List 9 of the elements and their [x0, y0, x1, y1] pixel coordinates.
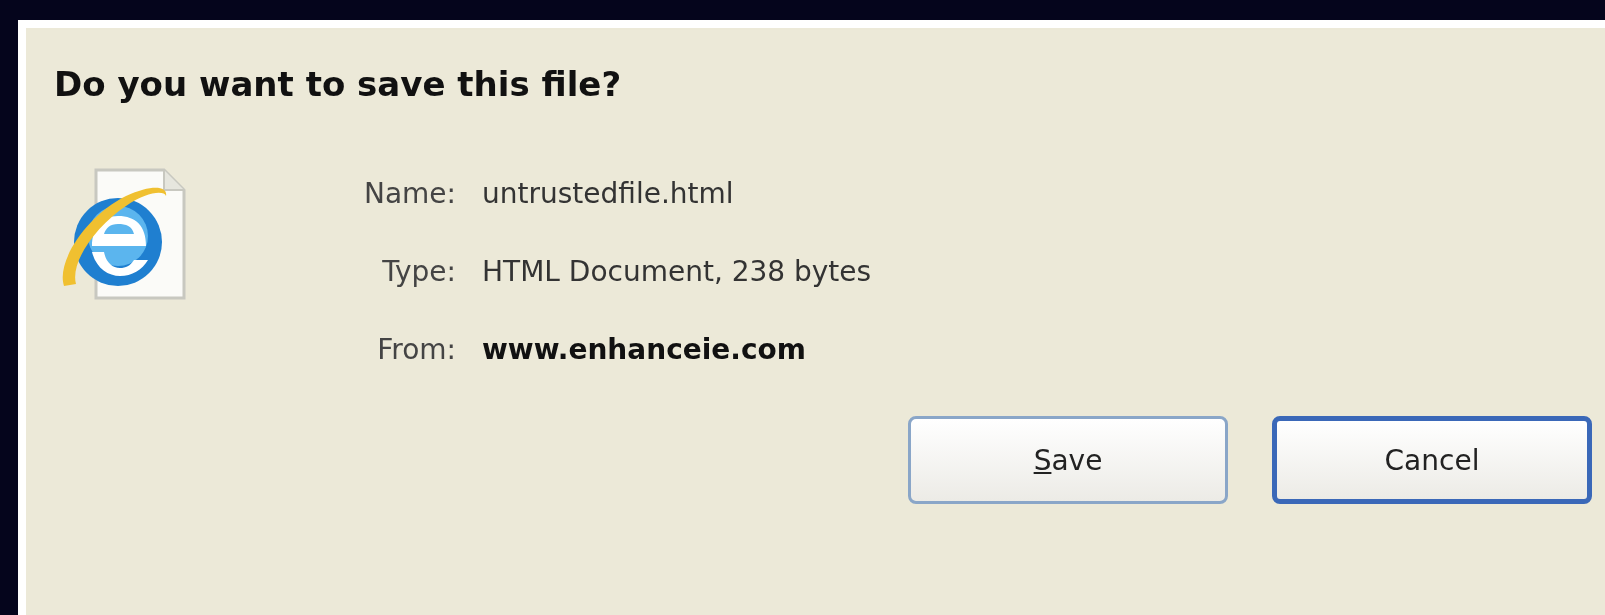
field-value: www.enhanceie.com — [482, 332, 806, 368]
cancel-button[interactable]: Cancel — [1272, 416, 1592, 504]
field-value: untrustedfile.html — [482, 176, 734, 212]
dialog-title: Do you want to save this file? — [54, 64, 623, 104]
save-button[interactable]: Save — [908, 416, 1228, 504]
field-label: Name: — [362, 176, 456, 212]
field-label: Type: — [381, 254, 456, 290]
field-label: From: — [376, 332, 456, 368]
field-value: HTML Document, 238 bytes — [482, 254, 872, 290]
